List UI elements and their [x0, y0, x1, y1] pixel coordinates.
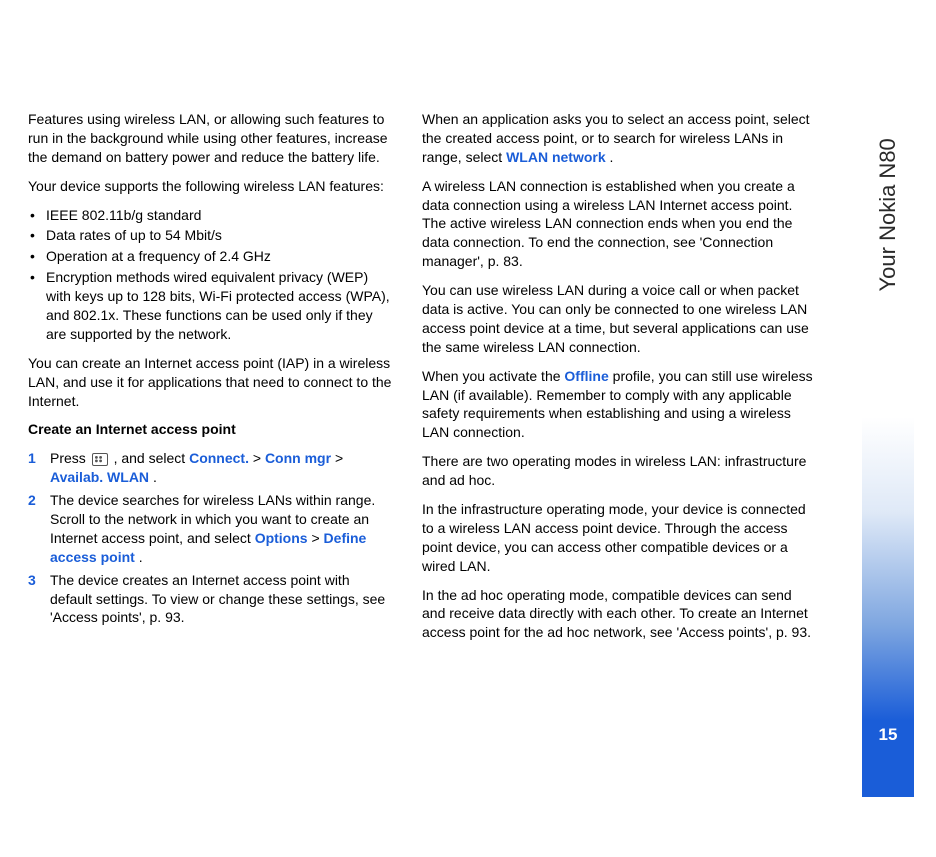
body-text: A wireless LAN connection is established…: [422, 177, 818, 271]
step-number: 1: [28, 449, 36, 468]
page-number: 15: [862, 724, 914, 747]
separator: >: [253, 450, 265, 466]
step-text: , and select: [114, 450, 190, 466]
document-title: Your Nokia N80: [873, 138, 903, 291]
body-text: Features using wireless LAN, or allowing…: [28, 110, 394, 167]
ui-path-link: Connect.: [189, 450, 249, 466]
list-item: Operation at a frequency of 2.4 GHz: [28, 247, 394, 266]
step-text: Press: [50, 450, 90, 466]
ui-link: WLAN network: [506, 149, 606, 165]
body-text: In the infrastructure operating mode, yo…: [422, 500, 818, 576]
left-column: Features using wireless LAN, or allowing…: [28, 110, 416, 652]
right-column: When an application asks you to select a…: [416, 110, 818, 652]
body-text: You can create an Internet access point …: [28, 354, 394, 411]
body-text: You can use wireless LAN during a voice …: [422, 281, 818, 357]
list-item: 3 The device creates an Internet access …: [28, 571, 394, 628]
separator: >: [311, 530, 323, 546]
menu-key-icon: [92, 453, 108, 466]
list-item: 1 Press , and select Connect. > Conn mgr…: [28, 449, 394, 487]
list-item: Encryption methods wired equivalent priv…: [28, 268, 394, 344]
body-text: When you activate the: [422, 368, 564, 384]
ui-path-link: Availab. WLAN: [50, 469, 149, 485]
body-text: When an application asks you to select a…: [422, 111, 810, 165]
body-text: .: [610, 149, 614, 165]
section-heading: Create an Internet access point: [28, 420, 394, 439]
body-text: When you activate the Offline profile, y…: [422, 367, 818, 443]
list-item: 2 The device searches for wireless LANs …: [28, 491, 394, 567]
feature-list: IEEE 802.11b/g standard Data rates of up…: [28, 206, 394, 344]
step-text: .: [153, 469, 157, 485]
body-text: Your device supports the following wirel…: [28, 177, 394, 196]
list-item: IEEE 802.11b/g standard: [28, 206, 394, 225]
step-number: 2: [28, 491, 36, 510]
step-text: .: [139, 549, 143, 565]
ui-path-link: Conn mgr: [265, 450, 331, 466]
step-text: The device creates an Internet access po…: [50, 572, 385, 626]
ui-path-link: Options: [255, 530, 308, 546]
page-sidebar: Your Nokia N80 15: [862, 0, 914, 857]
steps-list: 1 Press , and select Connect. > Conn mgr…: [28, 449, 394, 627]
body-text: There are two operating modes in wireles…: [422, 452, 818, 490]
step-number: 3: [28, 571, 36, 590]
list-item: Data rates of up to 54 Mbit/s: [28, 226, 394, 245]
separator: >: [335, 450, 343, 466]
body-text: In the ad hoc operating mode, compatible…: [422, 586, 818, 643]
body-text: When an application asks you to select a…: [422, 110, 818, 167]
ui-link: Offline: [564, 368, 608, 384]
page-content: Features using wireless LAN, or allowing…: [0, 0, 936, 652]
